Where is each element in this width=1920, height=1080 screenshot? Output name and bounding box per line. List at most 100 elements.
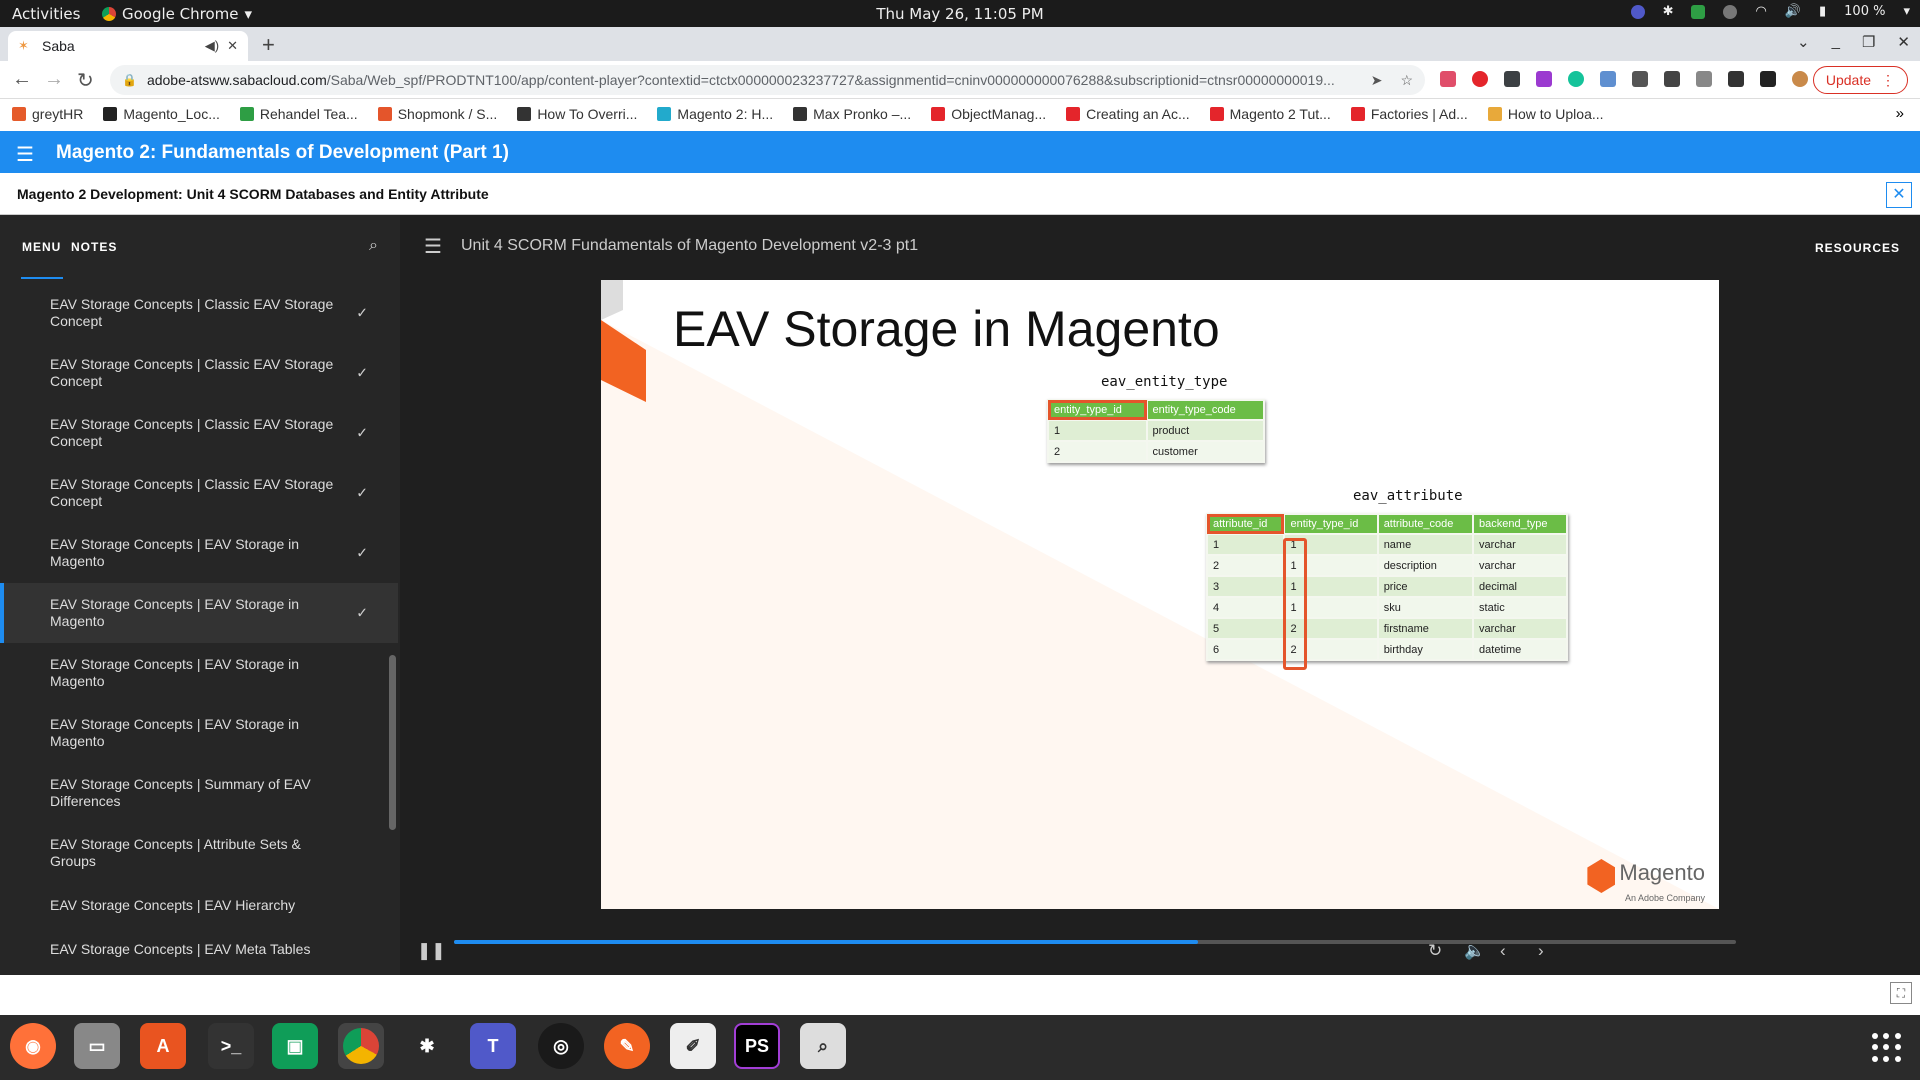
extension-icon[interactable] (1504, 71, 1520, 87)
reload-icon[interactable]: ↻ (77, 68, 94, 93)
extensions-puzzle-icon[interactable] (1728, 71, 1744, 87)
show-applications-icon[interactable] (1872, 1033, 1902, 1063)
sidebar-item[interactable]: EAV Storage Concepts | EAV Hierarchy (0, 883, 398, 927)
close-window-icon[interactable]: ✕ (1897, 33, 1910, 51)
sidebar-item[interactable]: EAV Storage Concepts | Classic EAV Stora… (0, 403, 398, 463)
bookmark-item[interactable]: Magento 2: H... (657, 106, 773, 122)
adblock-icon[interactable] (1472, 71, 1488, 87)
progress-fill (454, 940, 1198, 944)
google-chat-icon[interactable]: ▣ (272, 1023, 318, 1069)
replay-icon[interactable]: ↻ (1428, 941, 1442, 961)
sidebar-item[interactable]: EAV Storage Concepts | EAV Meta Tables (0, 927, 398, 971)
bookmark-item[interactable]: How To Overri... (517, 106, 637, 122)
sidebar-item-label: EAV Storage Concepts | EAV Storage in Ma… (50, 596, 300, 629)
phpstorm-icon[interactable]: PS (734, 1023, 780, 1069)
system-tray[interactable]: ✱ ◠ 🔊 ▮ 100 % ▾ (1630, 4, 1910, 19)
terminal-icon[interactable]: >_ (208, 1023, 254, 1069)
bookmark-item[interactable]: Magento 2 Tut... (1209, 106, 1331, 122)
extension-icon[interactable] (1696, 71, 1712, 87)
extension-icon[interactable] (1600, 71, 1616, 87)
url-path: /Saba/Web_spf/PRODTNT100/app/content-pla… (326, 72, 1335, 88)
profile-avatar[interactable] (1792, 71, 1808, 87)
table-cell: customer (1147, 442, 1263, 461)
postman-icon[interactable]: ✎ (604, 1023, 650, 1069)
bookmark-item[interactable]: How to Uploa... (1487, 106, 1604, 122)
bookmark-item[interactable]: Factories | Ad... (1350, 106, 1468, 122)
bookmark-star-icon[interactable]: ☆ (1400, 72, 1413, 89)
new-tab-button[interactable]: + (262, 32, 275, 58)
bookmark-item[interactable]: Max Pronko –... (793, 106, 911, 122)
files-icon[interactable]: ▭ (74, 1023, 120, 1069)
side-panel-icon[interactable] (1760, 71, 1776, 87)
pause-icon[interactable]: ❚❚ (417, 941, 446, 961)
extension-icon[interactable] (1536, 71, 1552, 87)
wifi-icon: ◠ (1755, 4, 1767, 19)
logo-name: Magento (1619, 860, 1705, 886)
previous-slide-icon[interactable]: ‹ (1500, 941, 1506, 961)
fullscreen-icon[interactable]: ⛶ (1890, 982, 1912, 1004)
bookmark-item[interactable]: Shopmonk / S... (377, 106, 497, 122)
teams-tray-icon (1630, 4, 1645, 19)
sidebar-item[interactable]: EAV Storage Concepts | Classic EAV Stora… (0, 283, 398, 343)
checkmark-icon: ✓ (356, 484, 368, 501)
bookmark-label: Creating an Ac... (1086, 106, 1190, 122)
chrome-dock-icon[interactable] (338, 1023, 384, 1069)
table-row: 5 2 firstname varchar (1208, 619, 1566, 638)
update-button[interactable]: Update ⋮ (1812, 66, 1908, 94)
hamburger-icon[interactable]: ☰ (424, 234, 442, 259)
bookmark-item[interactable]: greytHR (12, 106, 83, 122)
sidebar-item-label: EAV Storage Concepts | Classic EAV Stora… (50, 296, 334, 329)
bookmark-item[interactable]: Magento_Loc... (103, 106, 220, 122)
table-cell: 5 (1208, 619, 1284, 638)
speaker-icon[interactable]: ◀) (205, 38, 219, 54)
image-viewer-icon[interactable]: ⌕ (800, 1023, 846, 1069)
extension-icon[interactable] (1664, 71, 1680, 87)
progress-bar[interactable] (454, 940, 1736, 944)
lock-icon[interactable]: 🔒 (122, 73, 137, 87)
sidebar-item[interactable]: EAV Storage Concepts | Summary of EAV Di… (0, 763, 398, 823)
send-icon[interactable]: ➤ (1371, 72, 1383, 89)
tab-notes[interactable]: NOTES (71, 240, 117, 254)
slack-icon[interactable]: ✱ (404, 1023, 450, 1069)
text-editor-icon[interactable]: ✐ (670, 1023, 716, 1069)
sidebar-item[interactable]: EAV Storage Concepts | EAV Storage in Ma… (0, 643, 398, 703)
more-bookmarks-icon[interactable]: » (1896, 105, 1904, 122)
camera-icon[interactable]: ◎ (538, 1023, 584, 1069)
back-icon[interactable]: ← (12, 68, 32, 91)
sidebar-item[interactable]: EAV Storage Concepts | Attribute Sets & … (0, 823, 398, 883)
checkmark-icon: ✓ (356, 424, 368, 441)
tab-menu[interactable]: MENU (22, 240, 61, 254)
close-tab-icon[interactable]: ✕ (227, 38, 238, 54)
next-slide-icon[interactable]: › (1538, 941, 1544, 961)
sidebar-item[interactable]: EAV Storage Concepts | Classic EAV Stora… (0, 463, 398, 523)
extension-icon[interactable] (1632, 71, 1648, 87)
table-cell: static (1474, 598, 1566, 617)
volume-icon[interactable]: 🔈 (1464, 941, 1485, 961)
sidebar-item[interactable]: EAV Storage Concepts | Classic EAV Stora… (0, 343, 398, 403)
table-row: 6 2 birthday datetime (1208, 640, 1566, 659)
search-icon[interactable]: ⌕ (369, 237, 378, 255)
tab-search-icon[interactable]: ⌄ (1797, 33, 1810, 51)
sidebar-item[interactable]: EAV Storage Concepts | EAV Storage in Ma… (0, 523, 398, 583)
teams-icon[interactable]: T (470, 1023, 516, 1069)
sidebar-item[interactable]: EAV Storage Concepts | EAV Storage in Ma… (0, 583, 398, 643)
table-row: 1 product (1049, 421, 1263, 440)
hamburger-icon[interactable]: ☰ (16, 142, 34, 167)
close-player-button[interactable]: ✕ (1886, 182, 1912, 208)
browser-tab[interactable]: ✶ Saba ◀) ✕ (8, 31, 248, 61)
sidebar-item[interactable]: EAV Storage Concepts | EAV Storage in Ma… (0, 703, 398, 763)
firefox-icon[interactable]: ◉ (10, 1023, 56, 1069)
bookmark-item[interactable]: Rehandel Tea... (239, 106, 358, 122)
resources-button[interactable]: RESOURCES (1815, 241, 1900, 255)
bookmark-item[interactable]: ObjectManag... (931, 106, 1046, 122)
bookmark-item[interactable]: Creating an Ac... (1066, 106, 1190, 122)
minimize-icon[interactable]: _ (1832, 33, 1840, 51)
bookmark-label: Magento_Loc... (123, 106, 220, 122)
forward-icon[interactable]: → (44, 68, 64, 91)
grammarly-icon[interactable] (1568, 71, 1584, 87)
address-bar[interactable]: 🔒 adobe-atsww.sabacloud.com/Saba/Web_spf… (110, 65, 1425, 95)
extension-icon[interactable] (1440, 71, 1456, 87)
restore-icon[interactable]: ❐ (1862, 33, 1875, 51)
sidebar-scrollbar[interactable] (389, 655, 396, 830)
software-center-icon[interactable]: A (140, 1023, 186, 1069)
